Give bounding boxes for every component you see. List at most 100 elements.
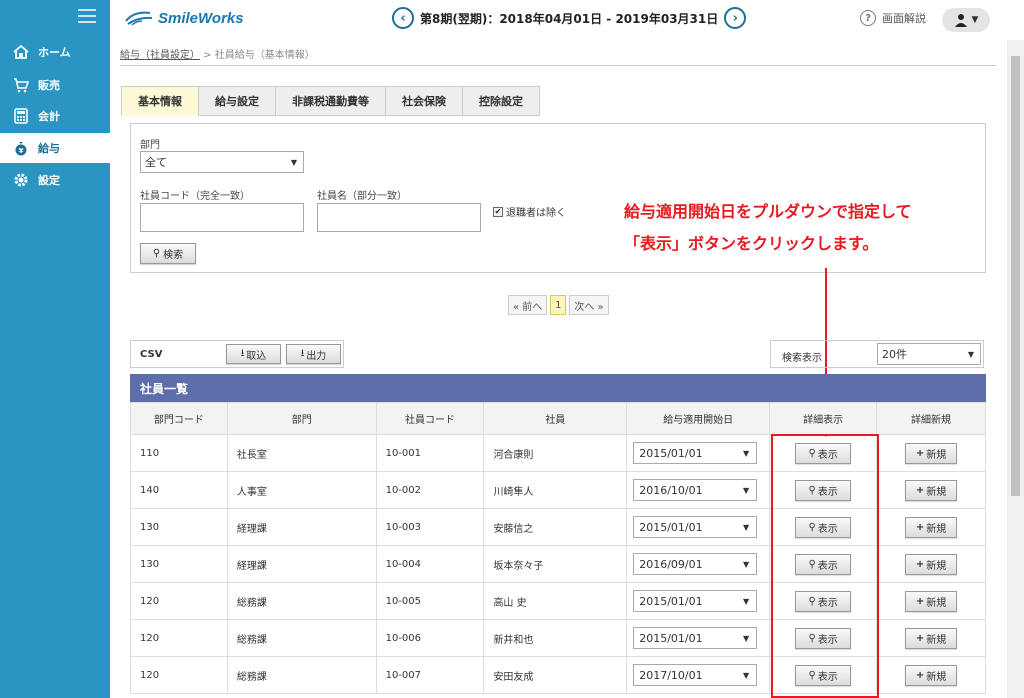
start-date-cell: 2015/01/01 ▼ [626, 434, 771, 472]
column-header[interactable]: 社員コード [375, 402, 485, 435]
start-date-value: 2017/10/01 [639, 668, 703, 682]
dept-code-cell: 140 [130, 471, 228, 509]
employee-table: 部門コード 部門 社員コード 社員 給与適用開始日 詳細表示 詳細新規 110 … [130, 402, 986, 694]
next-page-button[interactable]: 次へ » [569, 295, 609, 315]
emp-name-input[interactable] [317, 203, 481, 232]
view-button[interactable]: ⚲ 表示 [795, 590, 852, 612]
new-button[interactable]: + 新規 [905, 590, 958, 612]
emp-code-input[interactable] [140, 203, 304, 232]
search-button-label: 検索 [163, 250, 184, 261]
breadcrumb: 給与（社員設定） > 社員給与（基本情報） [120, 46, 315, 61]
table-header-row: 部門コード 部門 社員コード 社員 給与適用開始日 詳細表示 詳細新規 [130, 402, 986, 435]
exclude-retired-checkbox[interactable]: ✔ 退職者は除く [493, 204, 566, 219]
tab-salary-settings[interactable]: 給与設定 [199, 86, 276, 116]
menu-icon[interactable] [78, 9, 96, 23]
start-date-select[interactable]: 2015/01/01 ▼ [633, 442, 758, 464]
scrollbar[interactable] [1007, 40, 1024, 698]
start-date-select[interactable]: 2016/09/01 ▼ [633, 553, 758, 575]
view-cell: ⚲ 表示 [769, 508, 878, 546]
column-header[interactable]: 給与適用開始日 [626, 402, 771, 435]
csv-export-button[interactable]: ⭳ 出力 [286, 344, 341, 364]
new-button[interactable]: + 新規 [905, 664, 958, 686]
prev-period-button[interactable]: ‹ [392, 7, 414, 29]
view-cell: ⚲ 表示 [769, 434, 878, 472]
emp-name-cell: 安藤信之 [483, 508, 628, 546]
sidebar-item-label: 販売 [38, 79, 60, 92]
search-button[interactable]: ⚲ 検索 [140, 243, 196, 264]
new-cell: + 新規 [876, 471, 986, 509]
new-button[interactable]: + 新規 [905, 553, 958, 575]
new-button[interactable]: + 新規 [905, 479, 958, 501]
start-date-cell: 2016/10/01 ▼ [626, 471, 771, 509]
column-header[interactable]: 社員 [483, 402, 628, 435]
display-count-select[interactable]: 20件 ▼ [877, 343, 981, 365]
tab-commute-allowance[interactable]: 非課税通勤費等 [276, 86, 386, 116]
view-button[interactable]: ⚲ 表示 [795, 442, 852, 464]
display-count-box: 検索表示 20件 ▼ [770, 340, 984, 368]
column-header[interactable]: 詳細表示 [769, 402, 878, 435]
plus-icon: + [915, 669, 925, 681]
view-cell: ⚲ 表示 [769, 656, 878, 694]
start-date-value: 2015/01/01 [639, 594, 703, 608]
view-button[interactable]: ⚲ 表示 [795, 664, 852, 686]
column-header[interactable]: 部門コード [130, 402, 228, 435]
sidebar-item-payroll[interactable]: ¥ 給与 [0, 133, 110, 163]
view-button[interactable]: ⚲ 表示 [795, 516, 852, 538]
search-icon: ⚲ [808, 669, 816, 681]
start-date-select[interactable]: 2015/01/01 ▼ [633, 516, 758, 538]
tab-deduction-settings[interactable]: 控除設定 [463, 86, 540, 116]
new-button[interactable]: + 新規 [905, 627, 958, 649]
dept-cell: 社長室 [226, 434, 377, 472]
calculator-icon [12, 107, 30, 125]
tab-basic-info[interactable]: 基本情報 [121, 86, 199, 116]
new-button-label: 新規 [926, 523, 947, 535]
start-date-value: 2015/01/01 [639, 631, 703, 645]
dept-select-value: 全て [145, 156, 167, 169]
emp-code-cell: 10-004 [375, 545, 485, 583]
sidebar-item-accounting[interactable]: 会計 [0, 101, 110, 131]
sidebar-item-home[interactable]: ホーム [0, 37, 110, 67]
plus-icon: + [915, 558, 925, 570]
scrollbar-thumb[interactable] [1011, 56, 1020, 496]
table-row: 130 経理課 10-004 坂本奈々子 2016/09/01 ▼ ⚲ 表示 + 新… [130, 545, 986, 583]
table-row: 120 総務課 10-006 新井和也 2015/01/01 ▼ ⚲ 表示 + 新規 [130, 619, 986, 657]
help-link[interactable]: ? 画面解説 [860, 10, 926, 26]
csv-import-button[interactable]: ⭳ 取込 [226, 344, 281, 364]
start-date-select[interactable]: 2015/01/01 ▼ [633, 590, 758, 612]
new-button[interactable]: + 新規 [905, 442, 958, 464]
column-header[interactable]: 詳細新規 [876, 402, 986, 435]
start-date-cell: 2015/01/01 ▼ [626, 508, 771, 546]
chevron-right-icon: › [732, 10, 738, 26]
logo-text: SmileWorks [158, 9, 244, 27]
start-date-select[interactable]: 2017/10/01 ▼ [633, 664, 758, 686]
grid-title: 社員一覧 [130, 374, 986, 402]
view-button[interactable]: ⚲ 表示 [795, 553, 852, 575]
current-page[interactable]: 1 [550, 295, 567, 315]
new-cell: + 新規 [876, 545, 986, 583]
column-header[interactable]: 部門 [226, 402, 377, 435]
new-button[interactable]: + 新規 [905, 516, 958, 538]
view-button-label: 表示 [817, 486, 838, 498]
logo[interactable]: SmileWorks [124, 9, 244, 27]
start-date-select[interactable]: 2015/01/01 ▼ [633, 627, 758, 649]
sidebar-item-sales[interactable]: 販売 [0, 70, 110, 100]
next-period-button[interactable]: › [724, 7, 747, 29]
breadcrumb-current: 社員給与（基本情報） [214, 50, 315, 61]
emp-code-cell: 10-006 [375, 619, 485, 657]
start-date-value: 2016/10/01 [639, 483, 703, 497]
new-cell: + 新規 [876, 656, 986, 694]
sidebar-item-settings[interactable]: 設定 [0, 165, 110, 195]
dept-label: 部門 [140, 140, 160, 151]
breadcrumb-link[interactable]: 給与（社員設定） [120, 50, 200, 61]
dept-code-cell: 120 [130, 582, 228, 620]
user-menu-button[interactable]: ▼ [942, 8, 990, 32]
view-button[interactable]: ⚲ 表示 [795, 479, 852, 501]
tab-social-insurance[interactable]: 社会保険 [386, 86, 463, 116]
instruction-line-2: 「表示」ボタンをクリックします。 [624, 234, 879, 253]
pagination: « 前へ 1 次へ » [508, 295, 612, 315]
dept-cell: 経理課 [226, 545, 377, 583]
prev-page-button[interactable]: « 前へ [508, 295, 548, 315]
dept-select[interactable]: 全て ▼ [140, 151, 304, 173]
start-date-select[interactable]: 2016/10/01 ▼ [633, 479, 758, 501]
view-button[interactable]: ⚲ 表示 [795, 627, 852, 649]
